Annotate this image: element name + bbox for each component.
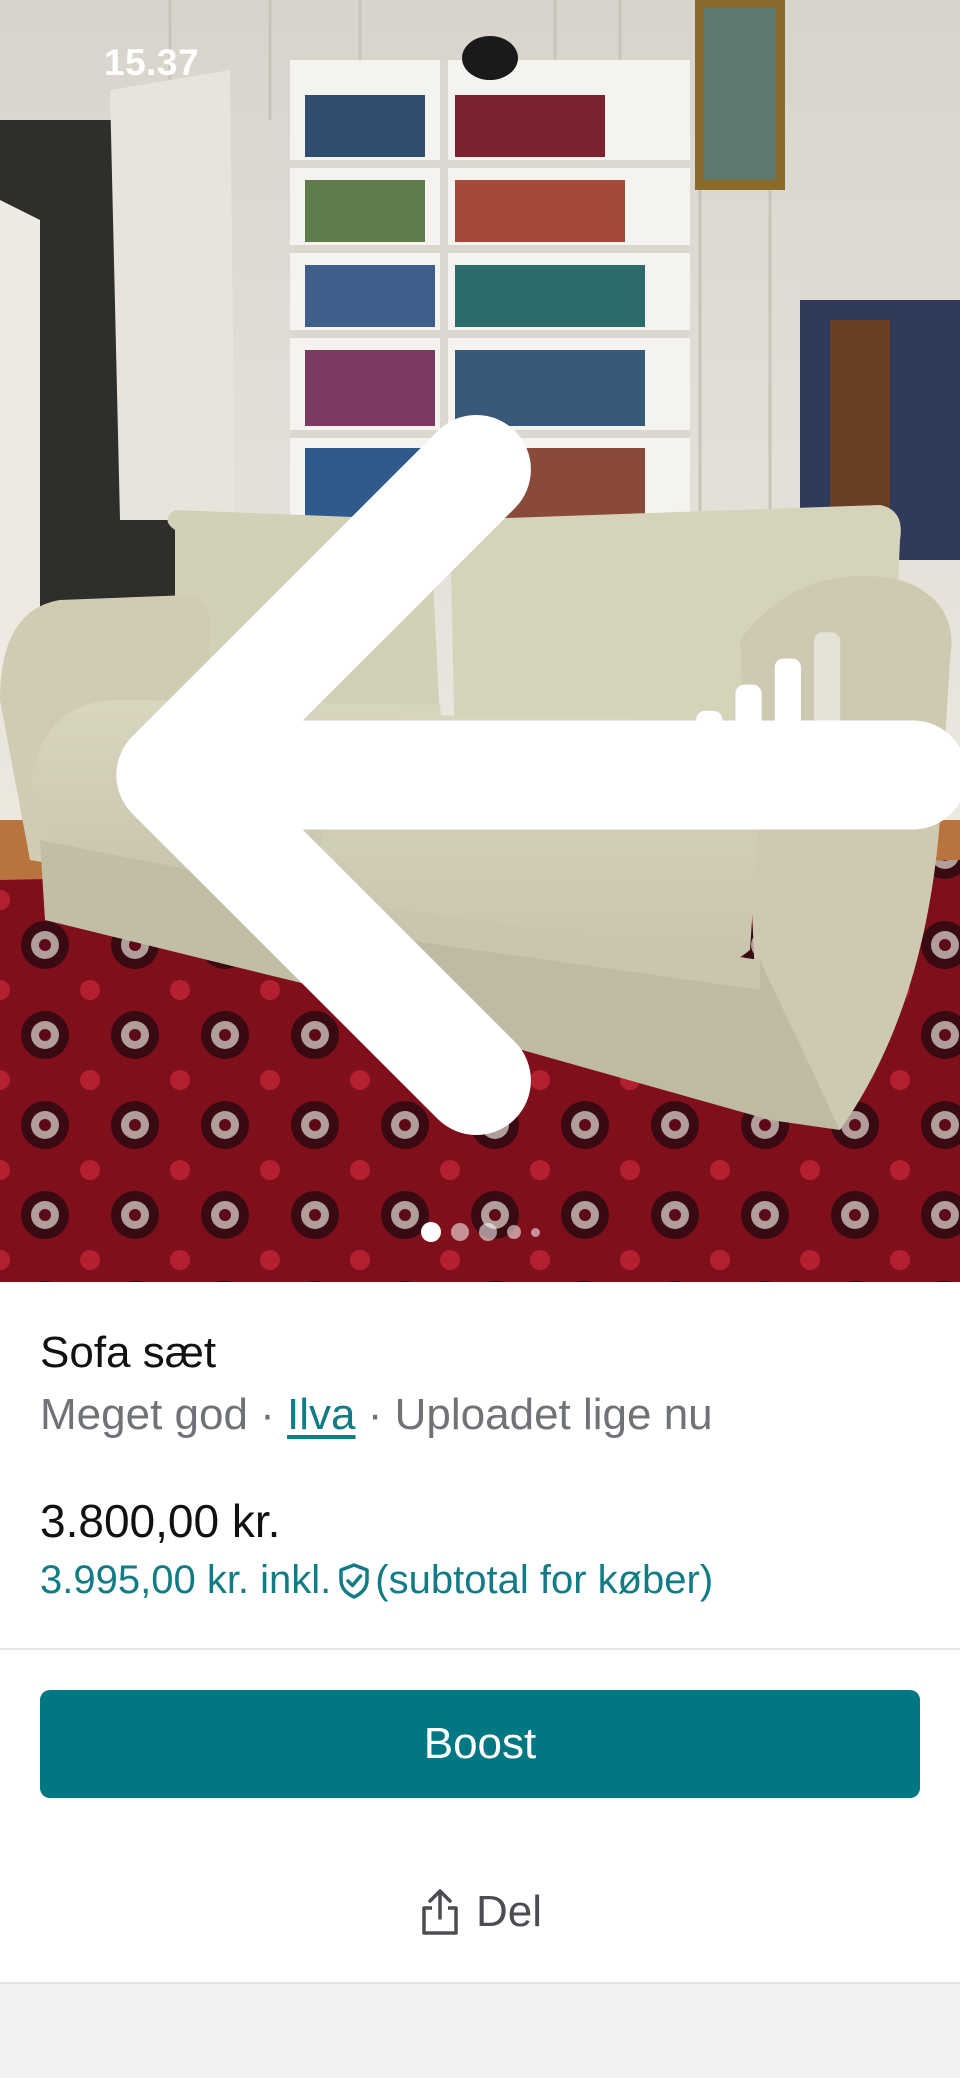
brand-link[interactable]: Ilva [287,1390,355,1439]
gallery-dot[interactable] [420,1222,441,1242]
meta-separator: · [355,1390,395,1439]
status-time: 15.37 [104,42,200,83]
product-photo-gallery[interactable]: 15.37 [0,0,960,1282]
boost-button[interactable]: Boost [40,1690,920,1798]
share-label: Del [475,1887,543,1936]
back-button[interactable] [40,134,960,1135]
listing-page: 15.37 Sofa sæt Meget god · Ilva · Upload… [0,0,960,2078]
status-icons [670,48,890,755]
upload-time: Uploadet lige nu [394,1390,713,1439]
gallery-dot[interactable] [506,1225,521,1239]
buyer-price-line: 3.995,00 kr. inkl. (subtotal for køber) [40,1558,713,1603]
share-button[interactable]: Del [380,1876,580,1948]
arrow-left-icon [116,415,960,1135]
gallery-pagination[interactable] [0,1222,960,1242]
gallery-dot[interactable] [530,1227,540,1237]
listing-details: Sofa sæt Meget god · Ilva · Uploadet lig… [0,1282,960,1650]
section-divider [0,1648,960,1650]
item-meta-line: Meget god · Ilva · Uploadet lige nu [40,1390,713,1440]
status-bar: 15.37 [0,0,960,755]
item-title: Sofa sæt [40,1328,217,1377]
item-price: 3.800,00 kr. [40,1495,281,1547]
meta-separator: · [247,1390,288,1439]
buyer-price-note: (subtotal for køber) [375,1558,714,1602]
buyer-price: 3.995,00 kr. inkl. [40,1558,332,1602]
share-icon [422,1889,458,1935]
gallery-dot[interactable] [478,1223,497,1241]
item-condition: Meget god [40,1390,248,1439]
shield-check-icon[interactable] [337,1562,371,1600]
gallery-dot[interactable] [450,1223,469,1241]
shield-check-svg [339,1562,370,1599]
bottom-bar [0,1982,960,2078]
